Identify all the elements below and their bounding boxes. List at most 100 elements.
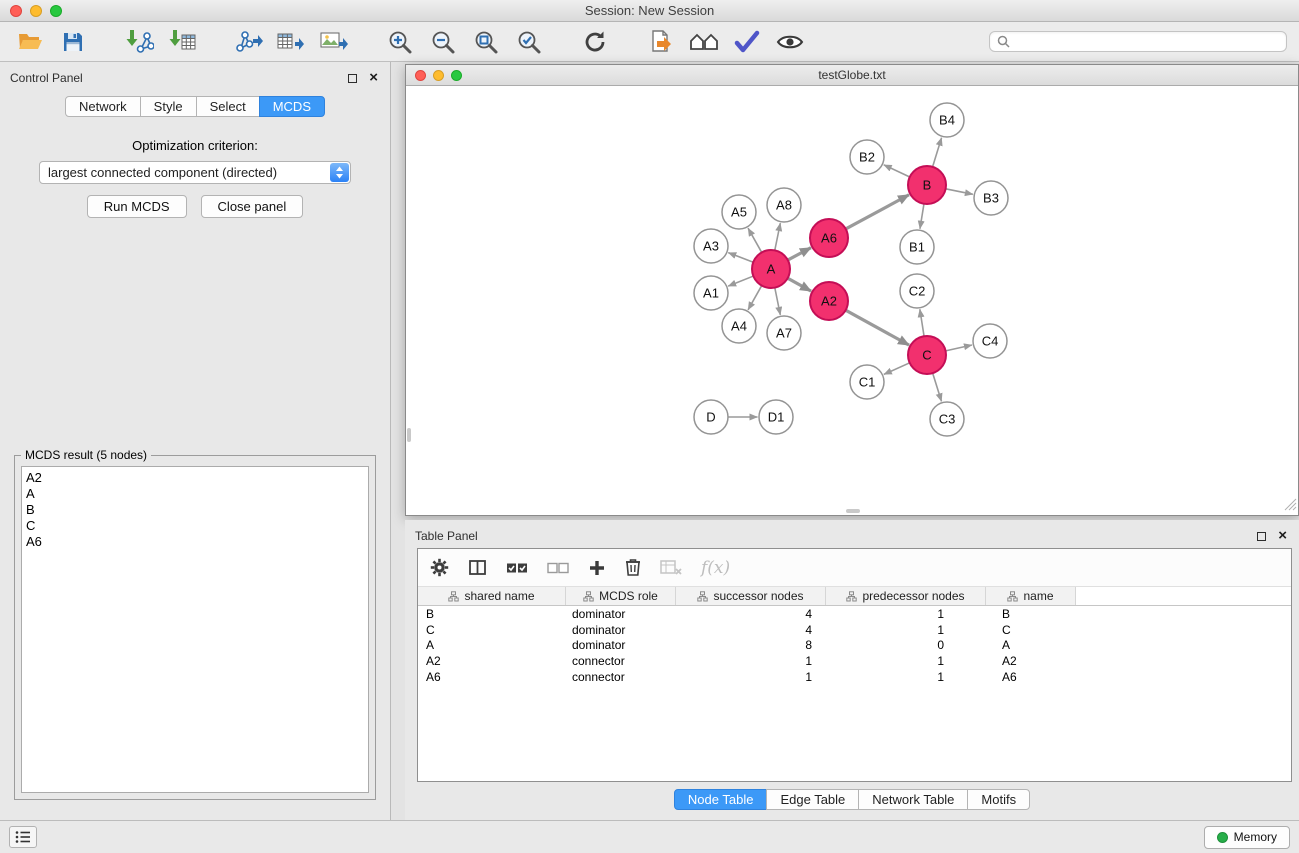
edge-A-A6[interactable] [788, 248, 811, 260]
document-transfer-button[interactable] [643, 26, 679, 58]
edge-B-B4[interactable] [933, 138, 942, 167]
mcds-result-list[interactable]: A2ABCA6 [21, 466, 369, 793]
edge-A-A2[interactable] [788, 278, 811, 291]
tab-network-table[interactable]: Network Table [858, 789, 968, 810]
edge-A2-C[interactable] [846, 310, 909, 345]
edge-A-A1[interactable] [728, 276, 753, 286]
export-network-button[interactable] [230, 26, 266, 58]
show-hide-button[interactable] [772, 26, 808, 58]
edge-C-C2[interactable] [920, 309, 924, 336]
node-D[interactable]: D [694, 400, 728, 434]
table-row[interactable]: Adominator80A [418, 637, 1291, 653]
search-field[interactable] [989, 31, 1287, 52]
node-C3[interactable]: C3 [930, 402, 964, 436]
tab-style[interactable]: Style [140, 96, 197, 117]
mcds-result-item[interactable]: A [26, 486, 368, 502]
network-minimize-button[interactable] [433, 70, 444, 81]
save-session-button[interactable] [55, 26, 91, 58]
node-B1[interactable]: B1 [900, 230, 934, 264]
close-window-button[interactable] [10, 5, 22, 17]
node-B2[interactable]: B2 [850, 140, 884, 174]
tab-network[interactable]: Network [65, 96, 141, 117]
check-badge-button[interactable] [729, 26, 765, 58]
network-window-titlebar[interactable]: testGlobe.txt [406, 65, 1298, 86]
home-button[interactable] [686, 26, 722, 58]
column-header-name[interactable]: name [986, 587, 1076, 605]
resize-grip[interactable] [1284, 498, 1297, 514]
node-B[interactable]: B [908, 166, 946, 204]
node-A2[interactable]: A2 [810, 282, 848, 320]
minimize-window-button[interactable] [30, 5, 42, 17]
column-header-successor-nodes[interactable]: successor nodes [676, 587, 826, 605]
edge-A-A4[interactable] [748, 286, 762, 310]
zoom-selected-button[interactable] [511, 26, 547, 58]
node-A5[interactable]: A5 [722, 195, 756, 229]
edge-A-A5[interactable] [748, 228, 762, 252]
tab-node-table[interactable]: Node Table [674, 789, 768, 810]
edge-B-B1[interactable] [920, 204, 924, 229]
import-table-button[interactable] [164, 26, 200, 58]
delete-column-button[interactable] [625, 555, 641, 581]
delete-table-button[interactable] [660, 555, 682, 581]
column-header-mcds-role[interactable]: MCDS role [566, 587, 676, 605]
column-header-predecessor-nodes[interactable]: predecessor nodes [826, 587, 986, 605]
node-B3[interactable]: B3 [974, 181, 1008, 215]
table-settings-button[interactable] [430, 555, 449, 581]
node-A[interactable]: A [752, 250, 790, 288]
network-close-button[interactable] [415, 70, 426, 81]
close-mcds-panel-button[interactable]: Close panel [201, 195, 304, 218]
table-row[interactable]: Bdominator41B [418, 606, 1291, 622]
node-A8[interactable]: A8 [767, 188, 801, 222]
close-table-panel-icon[interactable]: × [1278, 531, 1287, 541]
column-header-shared-name[interactable]: shared name [418, 587, 566, 605]
run-mcds-button[interactable]: Run MCDS [87, 195, 187, 218]
edge-C-C3[interactable] [933, 373, 942, 401]
node-C4[interactable]: C4 [973, 324, 1007, 358]
horizontal-scrollbar-thumb[interactable] [846, 509, 860, 513]
table-row[interactable]: A6connector11A6 [418, 669, 1291, 685]
tab-edge-table[interactable]: Edge Table [766, 789, 859, 810]
node-B4[interactable]: B4 [930, 103, 964, 137]
close-panel-icon[interactable]: × [369, 73, 378, 83]
node-A1[interactable]: A1 [694, 276, 728, 310]
edge-B-B2[interactable] [884, 165, 910, 177]
optimization-dropdown[interactable]: largest connected component (directed) [39, 161, 351, 184]
add-column-button[interactable] [588, 555, 606, 581]
table-row[interactable]: Cdominator41C [418, 622, 1291, 638]
vertical-scrollbar-thumb[interactable] [407, 428, 411, 442]
network-maximize-button[interactable] [451, 70, 462, 81]
network-canvas[interactable]: B4B2BB3A8A5A6A3B1AC2A1A2A4A7C4CC1C3DD1 [406, 86, 1298, 515]
float-table-panel-icon[interactable] [1257, 532, 1266, 541]
float-panel-icon[interactable] [348, 74, 357, 83]
edge-C-C4[interactable] [946, 345, 972, 351]
export-image-button[interactable] [316, 26, 352, 58]
edge-A-A3[interactable] [728, 253, 753, 263]
memory-button[interactable]: Memory [1204, 826, 1290, 849]
edge-C-C1[interactable] [884, 363, 910, 375]
zoom-in-button[interactable] [382, 26, 418, 58]
edge-B-B3[interactable] [946, 189, 973, 195]
node-A3[interactable]: A3 [694, 229, 728, 263]
zoom-out-button[interactable] [425, 26, 461, 58]
maximize-window-button[interactable] [50, 5, 62, 17]
mcds-result-item[interactable]: B [26, 502, 368, 518]
tab-motifs[interactable]: Motifs [967, 789, 1030, 810]
node-A7[interactable]: A7 [767, 316, 801, 350]
mcds-result-item[interactable]: A2 [26, 470, 368, 486]
edge-A-A7[interactable] [775, 288, 781, 315]
function-builder-button[interactable]: f(x) [701, 558, 730, 578]
select-all-button[interactable] [506, 555, 528, 581]
mcds-result-item[interactable]: A6 [26, 534, 368, 550]
open-session-button[interactable] [12, 26, 48, 58]
show-columns-button[interactable] [468, 555, 487, 581]
export-table-button[interactable] [273, 26, 309, 58]
node-D1[interactable]: D1 [759, 400, 793, 434]
zoom-fit-button[interactable] [468, 26, 504, 58]
node-C1[interactable]: C1 [850, 365, 884, 399]
task-history-button[interactable] [9, 826, 37, 848]
node-C[interactable]: C [908, 336, 946, 374]
unselect-all-button[interactable] [547, 555, 569, 581]
node-A4[interactable]: A4 [722, 309, 756, 343]
table-row[interactable]: A2connector11A2 [418, 653, 1291, 669]
search-input[interactable] [1015, 35, 1279, 49]
